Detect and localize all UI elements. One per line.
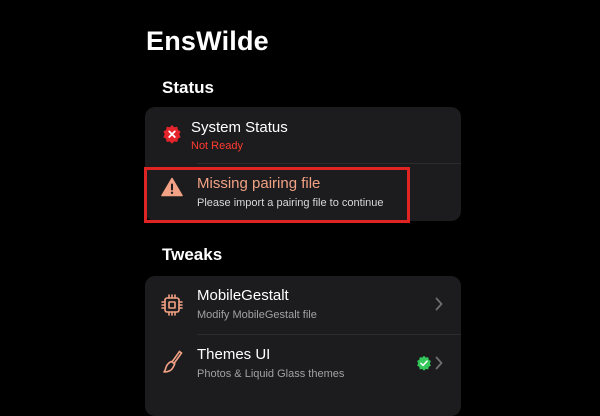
app-title: EnsWilde xyxy=(146,26,269,56)
mobilegestalt-title: MobileGestalt xyxy=(197,287,289,304)
system-status-value: Not Ready xyxy=(191,140,243,152)
themes-ui-title: Themes UI xyxy=(197,346,271,363)
themes-ui-row[interactable]: Themes UI Photos & Liquid Glass themes xyxy=(145,335,461,393)
tweaks-section-title: Tweaks xyxy=(162,245,223,264)
system-status-title: System Status xyxy=(191,119,288,136)
themes-ui-subtitle: Photos & Liquid Glass themes xyxy=(197,368,345,380)
tweaks-card: MobileGestalt Modify MobileGestalt file … xyxy=(145,276,461,416)
chevron-right-icon xyxy=(435,297,443,311)
mobilegestalt-subtitle: Modify MobileGestalt file xyxy=(197,309,317,321)
highlight-box xyxy=(144,167,410,223)
mobilegestalt-row[interactable]: MobileGestalt Modify MobileGestalt file xyxy=(145,276,461,334)
error-badge-icon xyxy=(163,125,181,144)
paintbrush-icon xyxy=(163,350,183,373)
verified-check-icon xyxy=(417,355,431,371)
system-status-row[interactable]: System Status Not Ready xyxy=(145,107,461,163)
chevron-right-icon xyxy=(435,356,443,370)
cpu-chip-icon xyxy=(161,294,183,316)
status-section-title: Status xyxy=(162,78,214,97)
